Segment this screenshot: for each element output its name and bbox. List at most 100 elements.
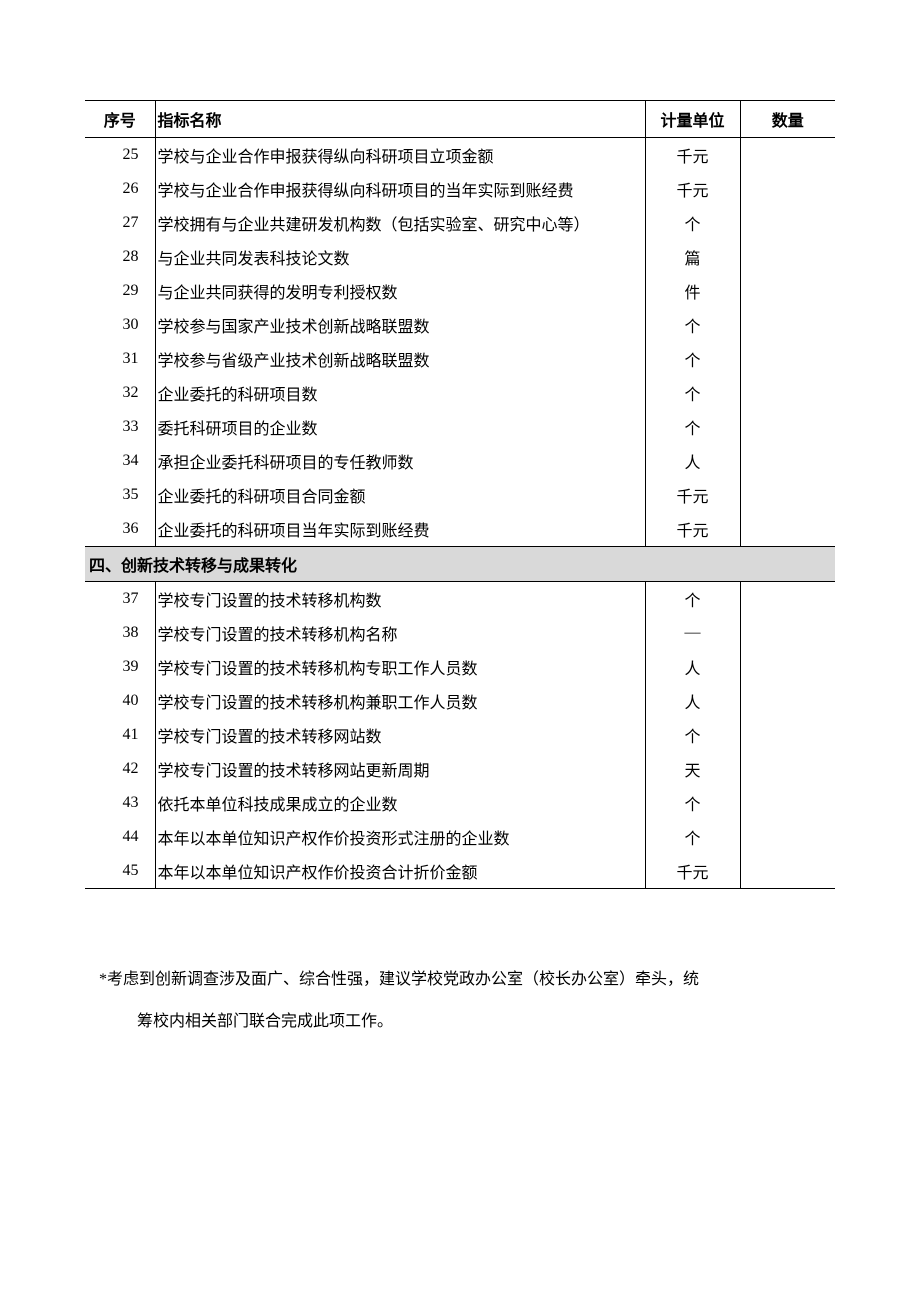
table-row: 32企业委托的科研项目数个 (85, 376, 835, 410)
table-row: 45本年以本单位知识产权作价投资合计折价金额千元 (85, 854, 835, 889)
row-num: 29 (85, 274, 155, 308)
row-unit: 人 (645, 684, 740, 718)
table-row: 42学校专门设置的技术转移网站更新周期天 (85, 752, 835, 786)
row-name: 学校拥有与企业共建研发机构数（包括实验室、研究中心等） (155, 206, 645, 240)
row-num: 32 (85, 376, 155, 410)
row-qty (740, 786, 835, 820)
row-qty (740, 752, 835, 786)
row-qty (740, 138, 835, 173)
row-name: 学校与企业合作申报获得纵向科研项目的当年实际到账经费 (155, 172, 645, 206)
row-num: 36 (85, 512, 155, 547)
row-name: 学校专门设置的技术转移网站更新周期 (155, 752, 645, 786)
footnote-line1: *考虑到创新调查涉及面广、综合性强，建议学校党政办公室（校长办公室）牵头，统 (105, 959, 835, 1001)
row-qty (740, 650, 835, 684)
table-row: 25学校与企业合作申报获得纵向科研项目立项金额千元 (85, 138, 835, 173)
row-name: 与企业共同发表科技论文数 (155, 240, 645, 274)
table-row: 38学校专门设置的技术转移机构名称— (85, 616, 835, 650)
table-row: 31学校参与省级产业技术创新战略联盟数个 (85, 342, 835, 376)
row-unit: 个 (645, 786, 740, 820)
table-row: 29与企业共同获得的发明专利授权数件 (85, 274, 835, 308)
table-row: 26学校与企业合作申报获得纵向科研项目的当年实际到账经费千元 (85, 172, 835, 206)
row-unit: 个 (645, 582, 740, 617)
row-num: 42 (85, 752, 155, 786)
header-qty: 数量 (740, 101, 835, 138)
row-unit: 个 (645, 206, 740, 240)
table-row: 28与企业共同发表科技论文数篇 (85, 240, 835, 274)
table-row: 30学校参与国家产业技术创新战略联盟数个 (85, 308, 835, 342)
table-row: 41学校专门设置的技术转移网站数个 (85, 718, 835, 752)
row-unit: 个 (645, 376, 740, 410)
row-qty (740, 274, 835, 308)
row-unit: 个 (645, 342, 740, 376)
row-name: 依托本单位科技成果成立的企业数 (155, 786, 645, 820)
row-qty (740, 820, 835, 854)
row-unit: 件 (645, 274, 740, 308)
row-name: 学校专门设置的技术转移机构名称 (155, 616, 645, 650)
row-qty (740, 308, 835, 342)
row-num: 27 (85, 206, 155, 240)
table-row: 37学校专门设置的技术转移机构数个 (85, 582, 835, 617)
row-name: 学校与企业合作申报获得纵向科研项目立项金额 (155, 138, 645, 173)
section-title: 四、创新技术转移与成果转化 (85, 547, 835, 582)
row-num: 25 (85, 138, 155, 173)
row-qty (740, 854, 835, 889)
row-num: 31 (85, 342, 155, 376)
row-qty (740, 512, 835, 547)
row-qty (740, 478, 835, 512)
table-row: 34承担企业委托科研项目的专任教师数人 (85, 444, 835, 478)
row-qty (740, 684, 835, 718)
row-num: 26 (85, 172, 155, 206)
row-unit: 千元 (645, 512, 740, 547)
row-name: 与企业共同获得的发明专利授权数 (155, 274, 645, 308)
row-name: 承担企业委托科研项目的专任教师数 (155, 444, 645, 478)
table-row: 35企业委托的科研项目合同金额千元 (85, 478, 835, 512)
row-unit: 天 (645, 752, 740, 786)
table-row: 44本年以本单位知识产权作价投资形式注册的企业数个 (85, 820, 835, 854)
row-unit: 千元 (645, 854, 740, 889)
footnote-line2: 筹校内相关部门联合完成此项工作。 (105, 1001, 835, 1043)
row-name: 学校专门设置的技术转移机构专职工作人员数 (155, 650, 645, 684)
row-unit: 人 (645, 444, 740, 478)
footnote: *考虑到创新调查涉及面广、综合性强，建议学校党政办公室（校长办公室）牵头，统 筹… (85, 959, 835, 1042)
row-unit: — (645, 616, 740, 650)
row-unit: 千元 (645, 172, 740, 206)
row-name: 学校专门设置的技术转移机构数 (155, 582, 645, 617)
table-row: 27学校拥有与企业共建研发机构数（包括实验室、研究中心等）个 (85, 206, 835, 240)
row-qty (740, 616, 835, 650)
row-name: 学校参与国家产业技术创新战略联盟数 (155, 308, 645, 342)
table-row: 39学校专门设置的技术转移机构专职工作人员数人 (85, 650, 835, 684)
row-num: 30 (85, 308, 155, 342)
row-num: 37 (85, 582, 155, 617)
row-name: 委托科研项目的企业数 (155, 410, 645, 444)
row-unit: 人 (645, 650, 740, 684)
row-qty (740, 342, 835, 376)
row-unit: 篇 (645, 240, 740, 274)
row-num: 39 (85, 650, 155, 684)
header-num: 序号 (85, 101, 155, 138)
header-unit: 计量单位 (645, 101, 740, 138)
row-num: 35 (85, 478, 155, 512)
indicator-table: 序号 指标名称 计量单位 数量 25学校与企业合作申报获得纵向科研项目立项金额千… (85, 100, 835, 889)
row-name: 企业委托的科研项目当年实际到账经费 (155, 512, 645, 547)
row-name: 企业委托的科研项目合同金额 (155, 478, 645, 512)
header-name: 指标名称 (155, 101, 645, 138)
row-name: 学校专门设置的技术转移机构兼职工作人员数 (155, 684, 645, 718)
row-num: 33 (85, 410, 155, 444)
row-name: 学校专门设置的技术转移网站数 (155, 718, 645, 752)
table-header-row: 序号 指标名称 计量单位 数量 (85, 101, 835, 138)
table-row: 33委托科研项目的企业数个 (85, 410, 835, 444)
row-unit: 千元 (645, 478, 740, 512)
row-name: 本年以本单位知识产权作价投资形式注册的企业数 (155, 820, 645, 854)
row-unit: 个 (645, 820, 740, 854)
row-num: 40 (85, 684, 155, 718)
row-name: 企业委托的科研项目数 (155, 376, 645, 410)
row-qty (740, 240, 835, 274)
row-qty (740, 172, 835, 206)
row-num: 45 (85, 854, 155, 889)
row-num: 34 (85, 444, 155, 478)
row-qty (740, 376, 835, 410)
row-qty (740, 206, 835, 240)
row-qty (740, 444, 835, 478)
row-unit: 个 (645, 410, 740, 444)
row-name: 本年以本单位知识产权作价投资合计折价金额 (155, 854, 645, 889)
